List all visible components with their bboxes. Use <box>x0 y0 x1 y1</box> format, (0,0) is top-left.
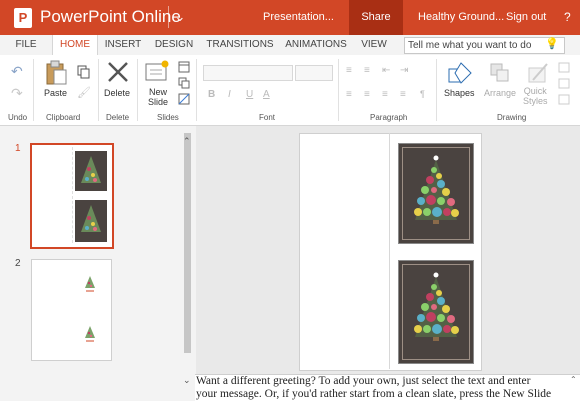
font-size-select[interactable] <box>295 65 333 81</box>
slide-number: 1 <box>15 143 21 154</box>
copy-icon[interactable] <box>77 65 91 79</box>
group-label-undo: Undo <box>8 113 28 122</box>
undo-icon[interactable]: ↶ <box>11 63 23 80</box>
christmas-tree-image <box>414 272 459 341</box>
align-right-icon[interactable]: ≡ <box>382 89 388 100</box>
new-slide-button[interactable]: New Slide <box>148 87 168 107</box>
justify-icon[interactable]: ≡ <box>400 89 406 100</box>
slide-thumbnail-2[interactable] <box>31 259 112 361</box>
shapes-icon[interactable] <box>447 61 473 85</box>
lightbulb-icon: 💡 <box>545 38 559 50</box>
delete-button[interactable]: Delete <box>104 88 130 98</box>
card-fold-line <box>389 133 390 369</box>
quick-styles-label-2: Styles <box>523 96 548 106</box>
quick-styles-label-1: Quick <box>523 86 547 96</box>
layout-icon[interactable] <box>178 61 190 73</box>
tree-mini-icon <box>85 326 95 342</box>
align-left-icon[interactable]: ≡ <box>346 89 352 100</box>
help-icon[interactable]: ? <box>564 10 571 24</box>
group-divider <box>196 59 197 121</box>
align-center-icon[interactable]: ≡ <box>364 89 370 100</box>
tab-home[interactable]: HOME <box>52 35 98 55</box>
chevron-down-icon[interactable]: ⌄ <box>168 6 191 28</box>
card-back[interactable] <box>398 260 474 364</box>
thumbnail-scrollbar[interactable] <box>184 133 191 353</box>
group-divider <box>33 59 34 121</box>
tab-transitions[interactable]: TRANSITIONS <box>206 35 274 55</box>
group-divider <box>98 59 99 121</box>
shapes-button[interactable]: Shapes <box>444 88 475 98</box>
hide-slide-icon[interactable] <box>178 93 190 105</box>
tree-mini-icon <box>85 276 95 292</box>
bullets-icon[interactable]: ≡ <box>346 65 352 76</box>
bold-button[interactable]: B <box>208 89 215 100</box>
notes-pane[interactable]: Want a different greeting? To add your o… <box>195 374 580 401</box>
tell-me-input[interactable]: Tell me what you want to do <box>404 37 565 54</box>
christmas-tree-image <box>414 155 459 224</box>
redo-icon[interactable]: ↷ <box>11 85 23 102</box>
font-family-select[interactable] <box>203 65 293 81</box>
decrease-indent-icon[interactable]: ⇤ <box>382 65 390 76</box>
group-label-drawing: Drawing <box>497 113 527 122</box>
shape-format-icons[interactable] <box>556 61 574 111</box>
ribbon: ↶ ↷ Undo Paste 🖌 Clipboard Delete Delete… <box>0 55 580 126</box>
tab-insert[interactable]: INSERT <box>102 35 144 55</box>
sign-out-link[interactable]: Sign out <box>506 11 546 23</box>
group-divider <box>338 59 339 121</box>
group-divider <box>436 59 437 121</box>
paste-icon[interactable] <box>45 60 67 86</box>
paste-button[interactable]: Paste <box>44 88 67 98</box>
group-label-paragraph: Paragraph <box>370 113 408 122</box>
title-bar: P PowerPoint Online ⌄ Presentation... Sh… <box>0 0 580 35</box>
card-back-thumbnail <box>75 200 107 242</box>
numbering-icon[interactable]: ≡ <box>364 65 370 76</box>
tab-view[interactable]: VIEW <box>358 35 390 55</box>
arrange-button[interactable]: Arrange <box>484 88 516 98</box>
tab-design[interactable]: DESIGN <box>152 35 196 55</box>
underline-button[interactable]: U <box>246 89 253 100</box>
group-divider <box>137 59 138 121</box>
arrange-icon[interactable] <box>489 62 511 84</box>
slide-thumbnail-1[interactable] <box>30 143 114 249</box>
slide-number: 2 <box>15 258 21 269</box>
new-slide-icon[interactable] <box>145 60 169 82</box>
fold-line <box>72 147 74 243</box>
quick-styles-button[interactable]: Quick Styles <box>523 86 548 106</box>
new-slide-label-1: New <box>149 87 168 97</box>
card-front[interactable] <box>398 143 474 244</box>
format-painter-icon[interactable]: 🖌 <box>77 86 91 99</box>
group-label-delete: Delete <box>106 113 130 122</box>
text-direction-icon[interactable]: ¶ <box>420 89 425 99</box>
card-front-thumbnail <box>75 151 107 191</box>
document-name[interactable]: Presentation... <box>263 11 334 23</box>
tab-file[interactable]: FILE <box>10 35 42 55</box>
italic-button[interactable]: I <box>228 89 231 100</box>
group-label-slides: Slides <box>157 113 179 122</box>
scroll-up-arrow-icon[interactable]: ⌃ <box>183 136 191 147</box>
notes-scroll-up-icon[interactable]: ⌃ <box>570 375 577 384</box>
group-label-clipboard: Clipboard <box>46 113 81 122</box>
powerpoint-logo-icon[interactable]: P <box>14 8 32 28</box>
notes-line-1: Want a different greeting? To add your o… <box>196 375 531 387</box>
duplicate-slide-icon[interactable] <box>178 77 190 89</box>
font-color-button[interactable]: A <box>263 89 270 100</box>
app-name[interactable]: PowerPoint Online <box>40 7 181 27</box>
delete-icon[interactable] <box>107 61 129 83</box>
scroll-down-arrow-icon[interactable]: ⌄ <box>183 375 191 386</box>
new-slide-label-2: Slide <box>148 97 169 107</box>
increase-indent-icon[interactable]: ⇥ <box>400 65 408 76</box>
group-label-font: Font <box>259 113 276 122</box>
tab-animations[interactable]: ANIMATIONS <box>284 35 348 55</box>
quick-styles-icon[interactable] <box>527 62 549 84</box>
notes-line-2: your message. Or, if you'd rather start … <box>196 388 552 400</box>
site-link[interactable]: Healthy Ground... <box>418 11 504 23</box>
share-button[interactable]: Share <box>349 0 403 35</box>
